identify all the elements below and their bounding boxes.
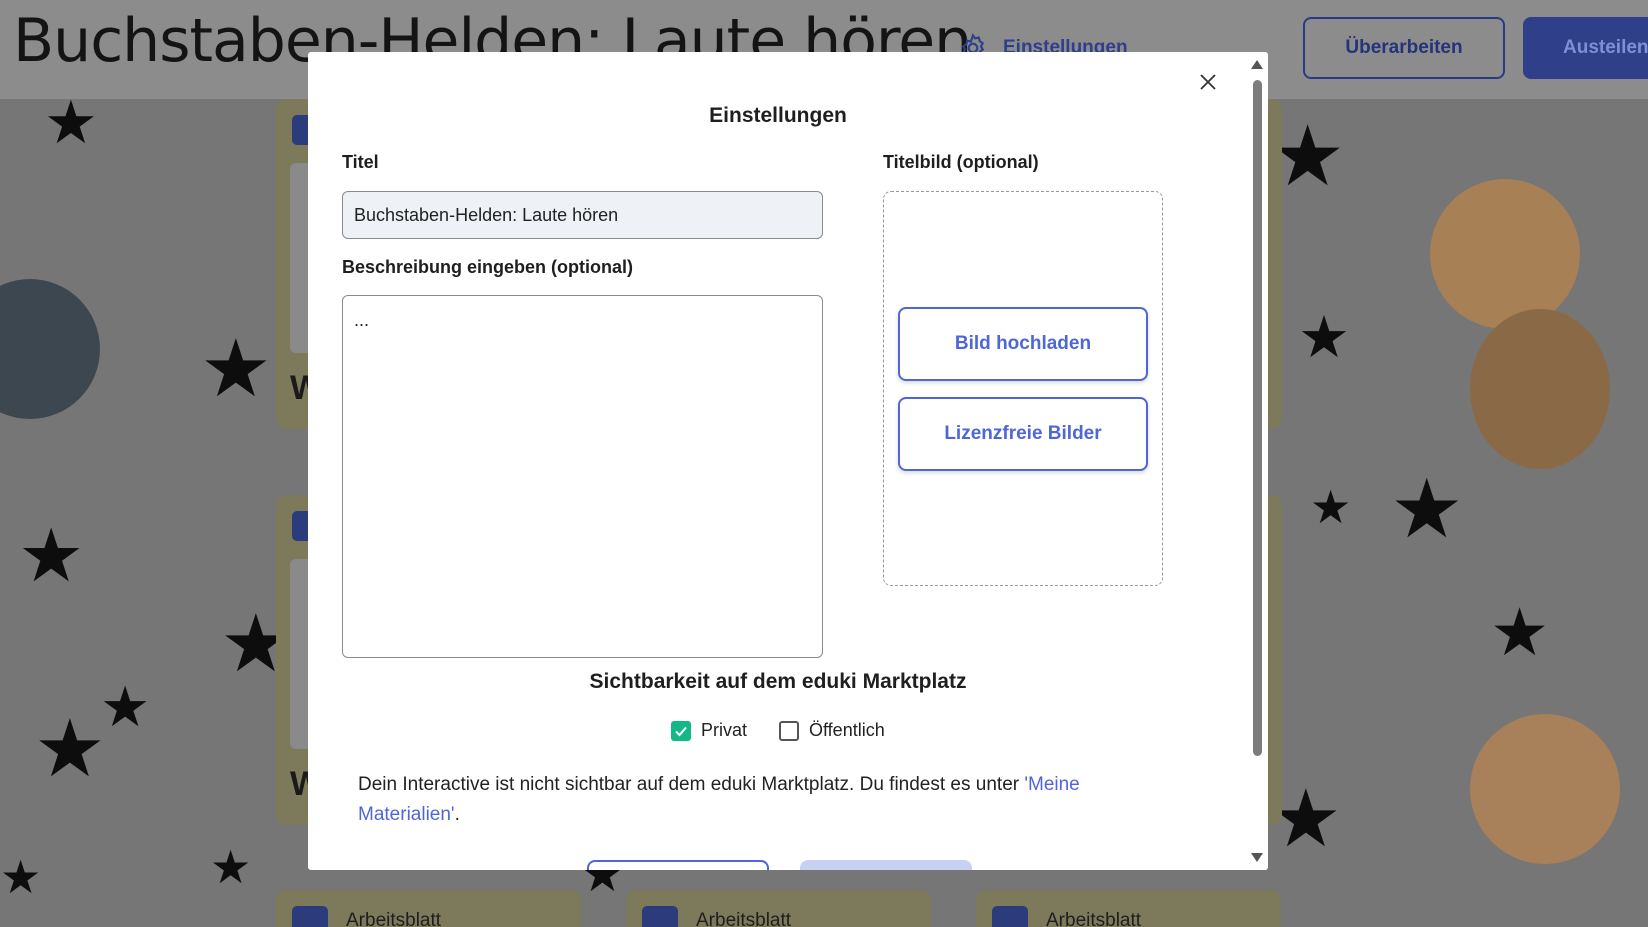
info-end: . [454,804,460,825]
option-public[interactable]: Öffentlich [779,720,885,741]
star-decoration: ★ [18,514,85,597]
star-decoration: ★ [210,841,252,893]
cover-image-dropzone[interactable]: Bild hochladen Lizenzfreie Bilder [883,191,1163,586]
close-button[interactable] [1194,68,1222,96]
private-label: Privat [701,720,748,740]
dialog-title: Einstellungen [709,104,847,127]
scroll-down-arrow[interactable] [1251,853,1263,862]
worksheet-card[interactable]: Arbeitsblatt [626,890,931,927]
share-button[interactable]: Austeilen [1523,17,1648,79]
scroll-thumb[interactable] [1253,80,1262,756]
lion-hero-illustration [1470,714,1620,864]
star-decoration: ★ [1390,464,1464,555]
star-decoration: ★ [1310,481,1352,533]
worksheet-card[interactable]: Arbeitsblatt [276,890,581,927]
option-private[interactable]: Privat [671,720,747,741]
star-decoration: ★ [0,851,42,903]
settings-dialog: Einstellungen Titel Beschreibung eingebe… [308,52,1268,870]
public-checkbox[interactable] [779,720,799,741]
star-decoration: ★ [1490,595,1550,669]
private-checkbox[interactable] [671,720,691,741]
free-images-button[interactable]: Lizenzfreie Bilder [898,397,1148,471]
check-icon [675,726,687,736]
fox-body-illustration [1470,309,1610,469]
save-button[interactable] [800,860,972,870]
star-decoration: ★ [44,99,98,156]
worksheet-card-label: Arbeitsblatt [1046,910,1142,927]
star-decoration: ★ [34,704,106,793]
dialog-scrollbar[interactable] [1246,52,1268,870]
star-decoration: ★ [1298,305,1350,370]
visibility-info-text: Dein Interactive ist nicht sichtbar auf … [358,770,1158,830]
visibility-heading: Sichtbarkeit auf dem eduki Marktplatz [589,670,967,693]
cancel-button[interactable] [587,860,769,870]
title-input[interactable] [342,191,823,239]
worksheet-card[interactable]: Arbeitsblatt [976,890,1281,927]
public-label: Öffentlich [809,720,885,740]
document-icon [642,906,678,927]
info-text: Dein Interactive ist nicht sichtbar auf … [358,774,1025,795]
document-icon [292,906,328,927]
cover-image-label: Titelbild (optional) [883,152,1039,172]
cat-hero-illustration [0,279,100,419]
scroll-up-arrow[interactable] [1251,60,1263,69]
worksheet-card-label: Arbeitsblatt [696,910,792,927]
revise-button[interactable]: Überarbeiten [1303,17,1505,79]
close-icon [1200,74,1216,90]
upload-image-button[interactable]: Bild hochladen [898,307,1148,381]
description-label: Beschreibung eingeben (optional) [342,257,634,277]
document-icon [992,906,1028,927]
worksheet-card-label: Arbeitsblatt [346,910,442,927]
title-label: Titel [342,152,379,172]
star-decoration: ★ [200,324,272,413]
description-textarea[interactable]: ... [342,295,823,658]
fox-hero-illustration [1430,179,1580,329]
star-decoration: ★ [100,675,151,738]
